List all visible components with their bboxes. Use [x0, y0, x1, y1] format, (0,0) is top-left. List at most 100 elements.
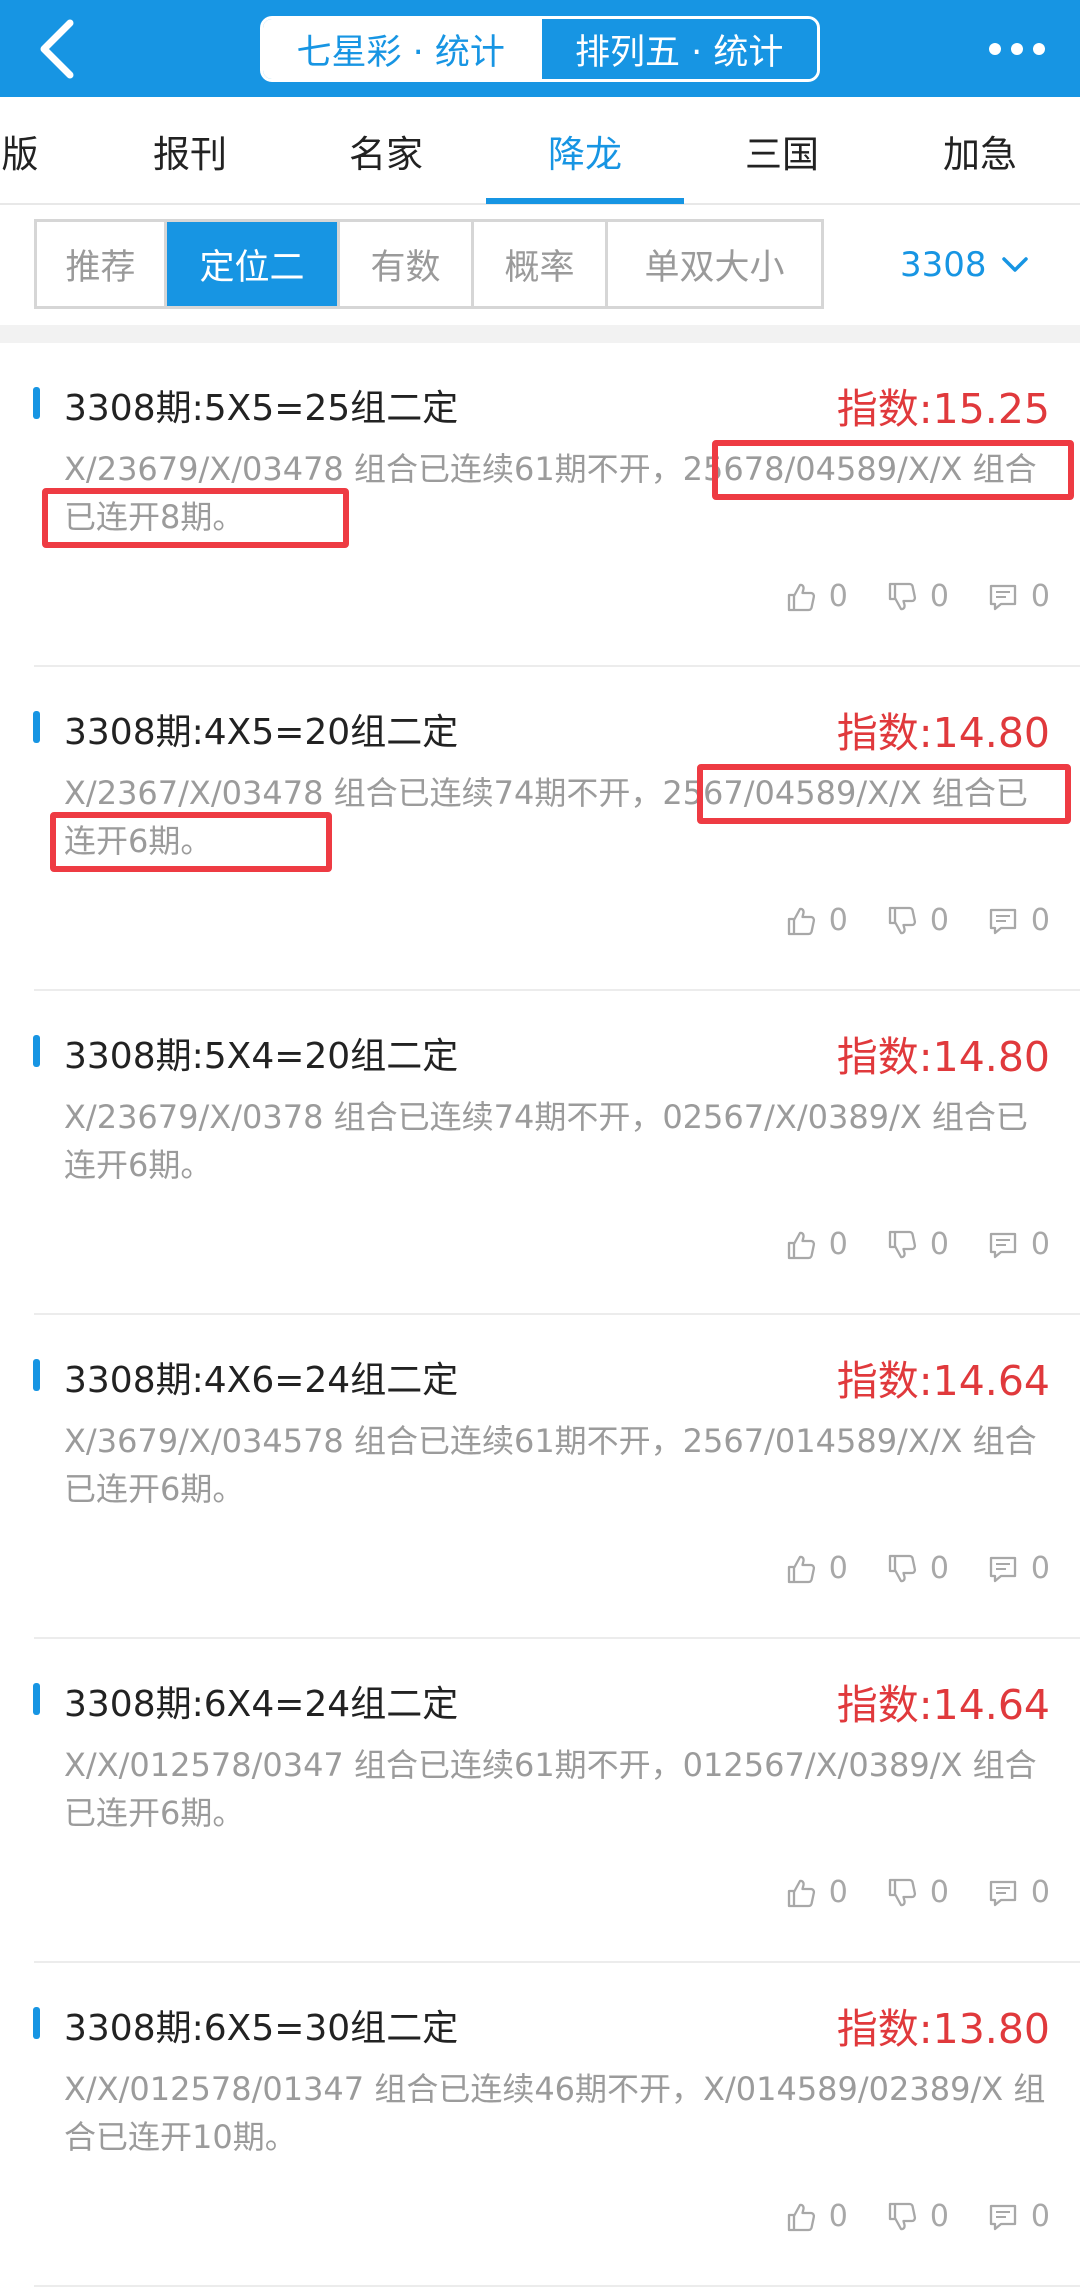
- comment-button[interactable]: 0: [987, 1227, 1050, 1262]
- item-index-value: 指数:15.25: [836, 385, 1050, 433]
- thumbs-down-icon: [888, 582, 916, 610]
- tab-xianglong[interactable]: 降龙: [525, 97, 645, 205]
- segment-pailiewu-stats[interactable]: 排列五 · 统计: [538, 19, 817, 79]
- filter-dingwei-er[interactable]: 定位二: [167, 222, 340, 306]
- item-actions: 0 0 0: [785, 579, 1050, 614]
- active-tab-indicator: [486, 198, 684, 204]
- item-title: 3308期:4X6=24组二定: [64, 1360, 459, 1401]
- item-index-value: 指数:13.80: [836, 2005, 1050, 2053]
- chevron-left-icon: [40, 19, 74, 79]
- item-accent-bar: [33, 711, 40, 743]
- comment-count: 0: [1030, 2199, 1050, 2234]
- section-gap: [0, 325, 1080, 343]
- comment-count: 0: [1030, 903, 1050, 938]
- filter-segment-group: 推荐 定位二 有数 概率 单双大小: [34, 219, 824, 309]
- lottery-type-switch: 七星彩 · 统计 排列五 · 统计: [260, 16, 820, 82]
- dislike-button[interactable]: 0: [886, 1227, 949, 1262]
- more-dots-icon: [989, 43, 1045, 55]
- item-accent-bar: [33, 1035, 40, 1067]
- item-actions: 0 0 0: [785, 1551, 1050, 1586]
- dislike-button[interactable]: 0: [886, 579, 949, 614]
- item-title: 3308期:5X4=20组二定: [64, 1036, 459, 1077]
- list-item[interactable]: 3308期:6X5=30组二定 指数:13.80 X/X/012578/0134…: [0, 1963, 1080, 2287]
- dislike-count: 0: [929, 1227, 949, 1262]
- item-index-value: 指数:14.80: [836, 709, 1050, 757]
- category-tabs: 版 报刊 名家 降龙 三国 加急: [0, 97, 1080, 205]
- like-button[interactable]: 0: [785, 2199, 848, 2234]
- period-select-value: 3308: [900, 245, 987, 285]
- dislike-count: 0: [929, 1875, 949, 1910]
- comment-icon: [989, 1880, 1017, 1906]
- item-index-value: 指数:14.80: [836, 1033, 1050, 1081]
- item-title: 3308期:5X5=25组二定: [64, 388, 459, 429]
- tab-mingjia[interactable]: 名家: [326, 97, 446, 205]
- dislike-button[interactable]: 0: [886, 1551, 949, 1586]
- item-accent-bar: [33, 2007, 40, 2039]
- list-item[interactable]: 3308期:4X6=24组二定 指数:14.64 X/3679/X/034578…: [0, 1315, 1080, 1639]
- comment-button[interactable]: 0: [987, 1551, 1050, 1586]
- list-item[interactable]: 3308期:4X5=20组二定 指数:14.80 X/2367/X/03478 …: [0, 667, 1080, 991]
- tab-sanguo[interactable]: 三国: [722, 97, 842, 205]
- list-item[interactable]: 3308期:6X4=24组二定 指数:14.64 X/X/012578/0347…: [0, 1639, 1080, 1963]
- comment-count: 0: [1030, 1875, 1050, 1910]
- like-count: 0: [828, 1551, 848, 1586]
- comment-count: 0: [1030, 1227, 1050, 1262]
- thumbs-up-icon: [787, 1879, 815, 1907]
- comment-button[interactable]: 0: [987, 579, 1050, 614]
- item-actions: 0 0 0: [785, 1875, 1050, 1910]
- filter-gailv[interactable]: 概率: [474, 222, 608, 306]
- item-actions: 0 0 0: [785, 1227, 1050, 1262]
- like-button[interactable]: 0: [785, 1551, 848, 1586]
- item-title: 3308期:6X4=24组二定: [64, 1684, 459, 1725]
- back-button[interactable]: [26, 14, 86, 84]
- like-count: 0: [828, 579, 848, 614]
- thumbs-down-icon: [888, 1878, 916, 1906]
- thumbs-up-icon: [787, 2203, 815, 2231]
- item-accent-bar: [33, 1683, 40, 1715]
- filter-tuijian[interactable]: 推荐: [37, 222, 167, 306]
- comment-count: 0: [1030, 579, 1050, 614]
- segment-qixingcai-stats[interactable]: 七星彩 · 统计: [263, 19, 539, 79]
- thumbs-down-icon: [888, 2202, 916, 2230]
- item-description: X/3679/X/034578 组合已连续61期不开，2567/014589/X…: [64, 1422, 1037, 1508]
- comment-icon: [989, 1232, 1017, 1258]
- dislike-button[interactable]: 0: [886, 2199, 949, 2234]
- thumbs-down-icon: [888, 1554, 916, 1582]
- like-button[interactable]: 0: [785, 903, 848, 938]
- top-nav-bar: 七星彩 · 统计 排列五 · 统计: [0, 0, 1080, 97]
- comment-button[interactable]: 0: [987, 1875, 1050, 1910]
- list-item[interactable]: 3308期:5X4=20组二定 指数:14.80 X/23679/X/0378 …: [0, 991, 1080, 1315]
- like-count: 0: [828, 2199, 848, 2234]
- more-button[interactable]: [972, 26, 1062, 72]
- comment-button[interactable]: 0: [987, 903, 1050, 938]
- item-actions: 0 0 0: [785, 2199, 1050, 2234]
- list-item[interactable]: 3308期:5X5=25组二定 指数:15.25 X/23679/X/03478…: [0, 343, 1080, 667]
- tab-jiaji[interactable]: 加急: [920, 97, 1040, 205]
- dislike-count: 0: [929, 579, 949, 614]
- filter-danshuang-daxiao[interactable]: 单双大小: [608, 222, 821, 306]
- like-button[interactable]: 0: [785, 579, 848, 614]
- tab-baokan[interactable]: 报刊: [130, 97, 250, 205]
- comment-icon: [989, 2204, 1017, 2230]
- like-button[interactable]: 0: [785, 1875, 848, 1910]
- item-description: X/23679/X/0378 组合已连续74期不开，02567/X/0389/X…: [64, 1098, 1028, 1184]
- dislike-button[interactable]: 0: [886, 903, 949, 938]
- item-index-value: 指数:14.64: [836, 1681, 1050, 1729]
- item-title: 3308期:4X5=20组二定: [64, 712, 459, 753]
- thumbs-down-icon: [888, 906, 916, 934]
- period-select[interactable]: 3308: [900, 235, 1029, 295]
- item-description: X/X/012578/01347 组合已连续46期不开，X/014589/023…: [64, 2070, 1046, 2156]
- filter-bar: 推荐 定位二 有数 概率 单双大小 3308: [0, 205, 1080, 325]
- item-description: X/2367/X/03478 组合已连续74期不开，2567/04589/X/X…: [64, 774, 1028, 860]
- item-description: X/X/012578/0347 组合已连续61期不开，012567/X/0389…: [64, 1746, 1037, 1832]
- item-accent-bar: [33, 1359, 40, 1391]
- thumbs-up-icon: [787, 583, 815, 611]
- tab-ban[interactable]: 版: [0, 97, 50, 205]
- chevron-down-icon: [1001, 257, 1028, 272]
- comment-icon: [989, 908, 1017, 934]
- comment-button[interactable]: 0: [987, 2199, 1050, 2234]
- like-button[interactable]: 0: [785, 1227, 848, 1262]
- like-count: 0: [828, 1227, 848, 1262]
- dislike-button[interactable]: 0: [886, 1875, 949, 1910]
- filter-youshu[interactable]: 有数: [340, 222, 474, 306]
